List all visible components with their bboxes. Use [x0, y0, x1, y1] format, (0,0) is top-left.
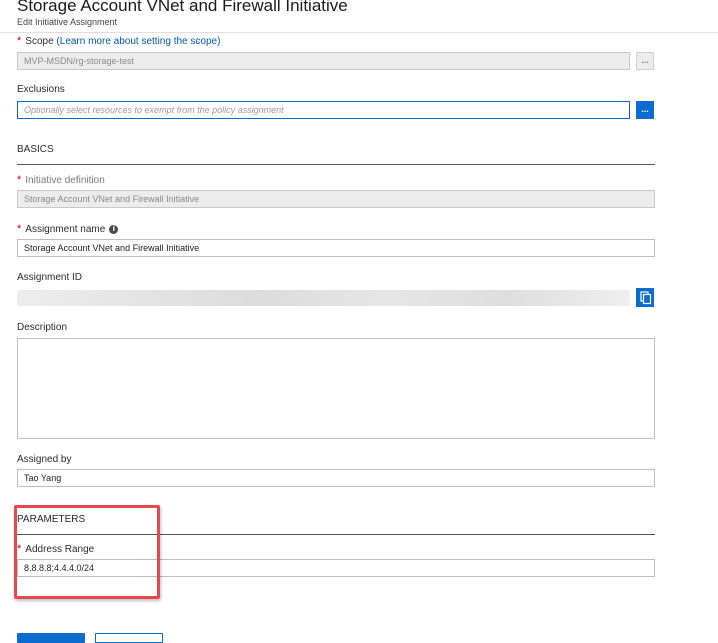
scope-label: Scope [25, 36, 54, 47]
description-textarea[interactable] [17, 338, 655, 439]
exclusions-browse-button[interactable]: ... [636, 101, 654, 119]
scope-label-row: * Scope (Learn more about setting the sco… [17, 35, 220, 47]
highlight-box [14, 505, 160, 599]
scope-field: MVP-MSDN/rg-storage-test [17, 52, 630, 70]
required-asterisk-icon: * [17, 174, 22, 186]
assignment-name-field[interactable]: Storage Account VNet and Firewall Initia… [17, 239, 655, 257]
page-title: Storage Account VNet and Firewall Initia… [17, 0, 348, 15]
basics-heading: BASICS [17, 144, 54, 155]
required-asterisk-icon: * [17, 223, 22, 235]
assignment-id-value-redacted [17, 290, 630, 306]
page-subtitle: Edit Initiative Assignment [17, 17, 118, 27]
basics-divider [17, 164, 655, 165]
save-button[interactable] [17, 633, 85, 643]
scope-value: MVP-MSDN/rg-storage-test [24, 56, 135, 66]
assignment-name-label-row: * Assignment name i [17, 223, 119, 235]
info-icon[interactable]: i [109, 225, 119, 234]
header-divider [0, 32, 718, 33]
assignment-name-value: Storage Account VNet and Firewall Initia… [24, 243, 200, 253]
required-asterisk-icon: * [17, 35, 22, 47]
exclusions-placeholder: Optionally select resources to exempt fr… [24, 105, 284, 115]
copy-icon [640, 291, 652, 305]
assigned-by-field[interactable]: Tao Yang [17, 469, 655, 487]
copy-button[interactable] [636, 288, 654, 307]
assigned-by-value: Tao Yang [24, 473, 62, 483]
assignment-name-label: Assignment name [25, 224, 106, 235]
cancel-button[interactable] [95, 633, 163, 643]
exclusions-field[interactable]: Optionally select resources to exempt fr… [17, 101, 630, 119]
initiative-definition-label-row: * Initiative definition [17, 174, 105, 186]
exclusions-label: Exclusions [17, 84, 65, 95]
scope-learn-more-link[interactable]: (Learn more about setting the scope) [56, 36, 220, 47]
initiative-definition-value: Storage Account VNet and Firewall Initia… [24, 194, 200, 204]
description-label: Description [17, 322, 68, 333]
assigned-by-label: Assigned by [17, 454, 72, 465]
initiative-definition-field: Storage Account VNet and Firewall Initia… [17, 190, 655, 208]
initiative-definition-label: Initiative definition [25, 175, 105, 186]
scope-browse-button: ... [636, 52, 654, 70]
assignment-id-label: Assignment ID [17, 272, 83, 283]
